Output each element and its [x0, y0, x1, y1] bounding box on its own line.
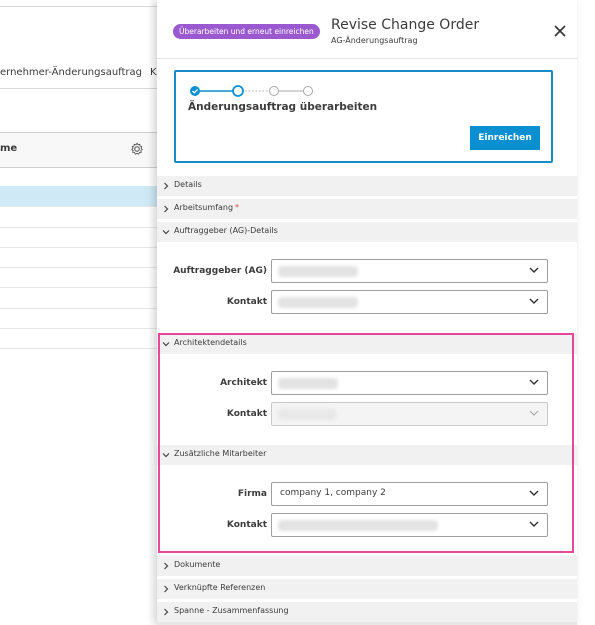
column-header-name[interactable]: me [0, 143, 17, 154]
table-row[interactable] [0, 308, 160, 329]
required-marker: * [235, 203, 240, 212]
section-label: Architektendetails [174, 338, 247, 347]
chevron-right-icon [164, 585, 169, 593]
tab-next[interactable]: K [150, 67, 157, 78]
redacted-value [278, 297, 358, 308]
submit-button[interactable]: Einreichen [470, 126, 540, 150]
chevron-down-icon [529, 267, 539, 273]
gear-icon[interactable] [130, 142, 144, 156]
redacted-value [278, 266, 358, 277]
section-additional-staff[interactable]: Zusätzliche Mitarbeiter [157, 445, 577, 465]
chevron-down-icon [529, 379, 539, 385]
section-label: Spanne - Zusammenfassung [174, 606, 289, 615]
chevron-down-icon [162, 453, 170, 458]
step-title: Änderungsauftrag überarbeiten [188, 101, 378, 113]
redacted-value [278, 409, 336, 420]
chevron-right-icon [164, 562, 169, 570]
workflow-step-card: Änderungsauftrag überarbeiten Einreichen [174, 70, 553, 163]
section-label: Details [174, 180, 202, 189]
client-select[interactable] [271, 259, 548, 283]
section-label: Arbeitsumfang * [174, 203, 240, 212]
background-page: ernehmer-Änderungsauftrag K me [0, 0, 160, 625]
section-linked-references[interactable]: Verknüpfte Referenzen [157, 579, 577, 599]
section-client-details[interactable]: Auftraggeber (AG)-Details [157, 222, 577, 242]
table-row[interactable] [0, 227, 160, 248]
section-label: Verknüpfte Referenzen [174, 583, 266, 592]
architect-select[interactable] [271, 371, 548, 395]
table-row[interactable] [0, 166, 160, 187]
chevron-down-icon [529, 298, 539, 304]
section-documents[interactable]: Dokumente [157, 556, 577, 576]
section-label: Zusätzliche Mitarbeiter [174, 449, 267, 458]
table-row[interactable] [0, 207, 160, 228]
panel-header: Überarbeiten und erneut einreichen Revis… [157, 0, 577, 59]
table-header: me [0, 132, 160, 168]
status-badge: Überarbeiten und erneut einreichen [173, 24, 320, 39]
panel-subtitle: AG-Änderungsauftrag [331, 36, 418, 45]
table-row[interactable] [0, 186, 160, 207]
divider [0, 88, 160, 89]
section-label: Dokumente [174, 560, 221, 569]
change-order-panel: Überarbeiten und erneut einreichen Revis… [157, 0, 577, 625]
divider [0, 6, 160, 7]
client-contact-select[interactable] [271, 290, 548, 314]
table-row[interactable] [0, 288, 160, 309]
company-value: company 1, company 2 [280, 488, 386, 498]
section-scope[interactable]: Arbeitsumfang * [157, 199, 577, 219]
section-details[interactable]: Details [157, 176, 577, 196]
company-contact-select[interactable] [271, 513, 548, 537]
chevron-down-icon [162, 342, 170, 347]
architect-label: Architekt [220, 378, 267, 388]
redacted-value [278, 378, 338, 389]
company-label: Firma [237, 489, 267, 499]
table-row[interactable] [0, 247, 160, 268]
chevron-right-icon [164, 608, 169, 616]
chevron-right-icon [164, 205, 169, 213]
table-row[interactable] [0, 267, 160, 288]
section-architect-details[interactable]: Architektendetails [157, 334, 577, 354]
chevron-down-icon [529, 521, 539, 527]
close-icon[interactable] [553, 24, 567, 38]
section-span-summary[interactable]: Spanne - Zusammenfassung [157, 602, 577, 622]
architect-contact-label: Kontakt [226, 409, 267, 419]
table-row[interactable] [0, 328, 160, 349]
panel-title: Revise Change Order [331, 17, 480, 33]
chevron-down-icon [162, 230, 170, 235]
progress-stepper [190, 85, 313, 97]
chevron-down-icon [529, 410, 539, 416]
company-select[interactable]: company 1, company 2 [271, 482, 548, 506]
chevron-down-icon [529, 490, 539, 496]
redacted-value [278, 520, 438, 531]
chevron-right-icon [164, 182, 169, 190]
client-label: Auftraggeber (AG) [173, 266, 267, 276]
section-label: Auftraggeber (AG)-Details [174, 226, 278, 235]
company-contact-label: Kontakt [226, 520, 267, 530]
architect-contact-select [271, 402, 548, 426]
tab-change-order[interactable]: ernehmer-Änderungsauftrag [0, 67, 142, 78]
client-contact-label: Kontakt [226, 297, 267, 307]
